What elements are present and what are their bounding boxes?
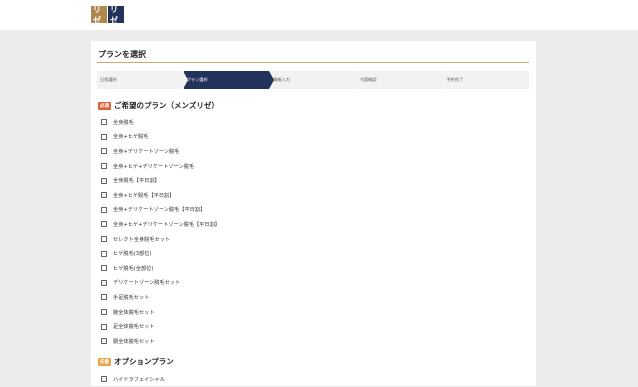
plan-label: デリケートゾーン脱毛セット <box>113 280 181 287</box>
plan-label: 全身+ヒゲ脱毛 <box>113 134 149 141</box>
plan-label: ヒゲ脱毛(3部位) <box>113 251 152 258</box>
plan-label: 胴全体脱毛セット <box>113 338 155 345</box>
plan-option[interactable]: セレクト全身脱毛セット <box>101 232 220 247</box>
checkbox[interactable] <box>101 309 107 316</box>
checkbox[interactable] <box>101 236 107 243</box>
plan-label: 手足脱毛セット <box>113 294 150 301</box>
plan-label: セレクト全身脱毛セット <box>113 236 171 243</box>
plan-section-heading: 必須 ご希望のプラン（メンズリゼ） <box>98 100 219 111</box>
step-label: 情報入力 <box>273 77 290 82</box>
required-badge: 必須 <box>98 101 111 110</box>
plan-option[interactable]: 全身+ヒゲ脱毛【平日割】 <box>101 188 220 203</box>
option-checkbox-list: ハイドラフェイシャル <box>101 372 165 387</box>
checkbox[interactable] <box>101 294 107 301</box>
step-plan: プラン選択 <box>183 71 275 89</box>
progress-steps: 日程選択 プラン選択 情報入力 内容確認 予約完了 <box>97 71 529 89</box>
checkbox[interactable] <box>101 206 107 213</box>
step-arrow-icon <box>269 71 275 89</box>
plan-option[interactable]: ヒゲ脱毛(3部位) <box>101 246 220 261</box>
plan-section-title: ご希望のプラン（メンズリゼ） <box>114 101 219 110</box>
step-arrow-icon <box>182 71 188 89</box>
plan-form-card: プランを選択 日程選択 プラン選択 情報入力 内容確認 予約完了 必須 ご希望の… <box>91 41 536 386</box>
checkbox[interactable] <box>101 279 107 286</box>
step-info: 情報入力 <box>270 71 361 89</box>
header-bar: リゼ リゼ <box>0 0 638 30</box>
plan-label: 足全体脱毛セット <box>113 324 155 331</box>
option-item[interactable]: ハイドラフェイシャル <box>101 372 165 387</box>
plan-option[interactable]: 全身+デリケートゾーン脱毛【平日割】 <box>101 203 220 218</box>
checkbox[interactable] <box>101 119 107 126</box>
option-section-title: オプションプラン <box>114 357 174 366</box>
plan-option[interactable]: 全身+ヒゲ+デリケートゾーン脱毛【平日割】 <box>101 217 220 232</box>
plan-label: 全身+ヒゲ+デリケートゾーン脱毛【平日割】 <box>113 221 220 228</box>
step-date: 日程選択 <box>97 71 188 89</box>
step-confirm: 内容確認 <box>356 71 448 89</box>
logo-right-mark: リゼ <box>108 5 124 25</box>
step-complete: 予約完了 <box>443 71 529 89</box>
step-arrow-icon <box>442 71 448 89</box>
step-label: 内容確認 <box>359 77 377 82</box>
checkbox[interactable] <box>101 265 107 272</box>
page-title: プランを選択 <box>98 50 146 59</box>
plan-label: 腕全体脱毛セット <box>113 309 155 316</box>
checkbox[interactable] <box>101 177 107 184</box>
plan-option[interactable]: 全身脱毛【平日割】 <box>101 173 220 188</box>
step-arrow-icon <box>355 71 361 89</box>
step-label: 予約完了 <box>446 77 464 82</box>
checkbox[interactable] <box>101 338 107 345</box>
checkbox[interactable] <box>101 192 107 199</box>
plan-option[interactable]: 全身+ヒゲ脱毛 <box>101 130 220 145</box>
checkbox[interactable] <box>101 221 107 228</box>
checkbox[interactable] <box>101 163 107 170</box>
plan-option[interactable]: 全身脱毛 <box>101 115 220 130</box>
plan-label: 全身脱毛【平日割】 <box>113 178 160 185</box>
plan-option[interactable]: 足全体脱毛セット <box>101 319 220 334</box>
plan-option[interactable]: 全身+デリケートゾーン脱毛 <box>101 144 220 159</box>
plan-label: 全身+ヒゲ+デリケートゾーン脱毛 <box>113 163 195 170</box>
step-label: 日程選択 <box>100 77 117 82</box>
plan-label: 全身+ヒゲ脱毛【平日割】 <box>113 192 175 199</box>
plan-label: 全身脱毛 <box>113 119 134 126</box>
plan-label: ヒゲ脱毛(全部位) <box>113 265 154 272</box>
plan-option[interactable]: 全身+ヒゲ+デリケートゾーン脱毛 <box>101 159 220 174</box>
rize-logo[interactable]: リゼ リゼ <box>91 5 124 25</box>
plan-option[interactable]: デリケートゾーン脱毛セット <box>101 276 220 291</box>
logo-left-mark: リゼ <box>91 5 107 25</box>
checkbox[interactable] <box>101 376 107 383</box>
option-section-heading: 任意 オプションプラン <box>98 356 174 367</box>
plan-option[interactable]: ヒゲ脱毛(全部位) <box>101 261 220 276</box>
checkbox[interactable] <box>101 148 107 155</box>
optional-badge: 任意 <box>98 357 111 366</box>
plan-label: 全身+デリケートゾーン脱毛 <box>113 148 180 155</box>
plan-option[interactable]: 胴全体脱毛セット <box>101 334 220 349</box>
checkbox[interactable] <box>101 250 107 257</box>
plan-option[interactable]: 腕全体脱毛セット <box>101 305 220 320</box>
plan-label: 全身+デリケートゾーン脱毛【平日割】 <box>113 207 206 214</box>
plan-checkbox-list: 全身脱毛 全身+ヒゲ脱毛 全身+デリケートゾーン脱毛 全身+ヒゲ+デリケートゾー… <box>101 115 220 349</box>
option-label: ハイドラフェイシャル <box>113 376 165 383</box>
title-divider <box>97 62 529 63</box>
plan-option[interactable]: 手足脱毛セット <box>101 290 220 305</box>
checkbox[interactable] <box>101 323 107 330</box>
checkbox[interactable] <box>101 133 107 140</box>
step-label: プラン選択 <box>186 77 208 82</box>
